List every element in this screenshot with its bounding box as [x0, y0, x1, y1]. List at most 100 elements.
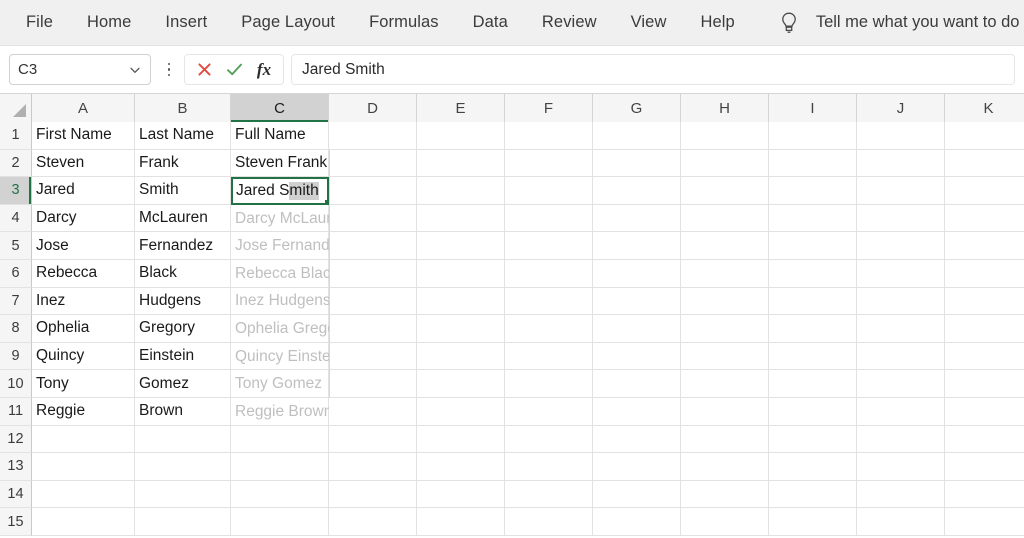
cell-H7[interactable] [681, 287, 769, 316]
column-header-E[interactable]: E [417, 94, 505, 122]
cell-F12[interactable] [505, 425, 593, 454]
cell-A9[interactable]: Quincy [32, 342, 135, 371]
cell-D9[interactable] [329, 342, 417, 371]
column-header-J[interactable]: J [857, 94, 945, 122]
row-header-13[interactable]: 13 [0, 453, 32, 481]
cell-A7[interactable]: Inez [32, 287, 135, 316]
row-header-4[interactable]: 4 [0, 204, 32, 233]
cell-G4[interactable] [593, 204, 681, 233]
cell-A12[interactable] [32, 425, 135, 454]
cell-I11[interactable] [769, 397, 857, 426]
cell-B5[interactable]: Fernandez [135, 232, 231, 260]
cell-H15[interactable] [681, 508, 769, 536]
cell-K12[interactable] [945, 425, 1024, 454]
cell-B11[interactable]: Brown [135, 397, 231, 426]
cell-H10[interactable] [681, 370, 769, 398]
cell-G6[interactable] [593, 259, 681, 288]
row-header-8[interactable]: 8 [0, 315, 32, 343]
cell-D6[interactable] [329, 259, 417, 288]
cell-B10[interactable]: Gomez [135, 370, 231, 398]
cell-A4[interactable]: Darcy [32, 204, 135, 233]
cell-D4[interactable] [329, 204, 417, 233]
cell-D10[interactable] [329, 370, 417, 398]
ribbon-tab-page-layout[interactable]: Page Layout [241, 13, 335, 32]
cell-H13[interactable] [681, 453, 769, 481]
row-header-3[interactable]: 3 [0, 177, 32, 205]
cell-K5[interactable] [945, 232, 1024, 260]
cell-E6[interactable] [417, 259, 505, 288]
cell-H1[interactable] [681, 122, 769, 150]
row-header-10[interactable]: 10 [0, 370, 32, 398]
cell-C7[interactable]: Inez Hudgens [231, 287, 329, 316]
cell-J10[interactable] [857, 370, 945, 398]
cell-K1[interactable] [945, 122, 1024, 150]
cell-J7[interactable] [857, 287, 945, 316]
cell-K11[interactable] [945, 397, 1024, 426]
cell-H2[interactable] [681, 149, 769, 178]
cell-K7[interactable] [945, 287, 1024, 316]
ribbon-tab-file[interactable]: File [26, 13, 53, 32]
cell-F11[interactable] [505, 397, 593, 426]
cell-I13[interactable] [769, 453, 857, 481]
chevron-down-icon[interactable] [128, 63, 142, 77]
cell-B9[interactable]: Einstein [135, 342, 231, 371]
column-header-B[interactable]: B [135, 94, 231, 122]
ribbon-tab-review[interactable]: Review [542, 13, 597, 32]
cell-C14[interactable] [231, 480, 329, 509]
cell-B6[interactable]: Black [135, 259, 231, 288]
cell-H8[interactable] [681, 315, 769, 343]
cell-J13[interactable] [857, 453, 945, 481]
cell-I6[interactable] [769, 259, 857, 288]
cell-C11[interactable]: Reggie Brown [231, 397, 329, 426]
cell-G10[interactable] [593, 370, 681, 398]
row-header-15[interactable]: 15 [0, 508, 32, 536]
cell-D7[interactable] [329, 287, 417, 316]
cell-G5[interactable] [593, 232, 681, 260]
cell-A8[interactable]: Ophelia [32, 315, 135, 343]
cell-H6[interactable] [681, 259, 769, 288]
cell-J9[interactable] [857, 342, 945, 371]
cell-I10[interactable] [769, 370, 857, 398]
ribbon-tab-home[interactable]: Home [87, 13, 131, 32]
vertical-ellipsis-icon[interactable] [160, 55, 178, 85]
cell-C2[interactable]: Steven Frank [231, 149, 329, 178]
cell-E11[interactable] [417, 397, 505, 426]
cell-B15[interactable] [135, 508, 231, 536]
cell-E10[interactable] [417, 370, 505, 398]
cell-A13[interactable] [32, 453, 135, 481]
cell-K2[interactable] [945, 149, 1024, 178]
cell-C4[interactable]: Darcy McLauren [231, 204, 329, 233]
row-header-2[interactable]: 2 [0, 149, 32, 178]
cell-J3[interactable] [857, 177, 945, 205]
cell-E1[interactable] [417, 122, 505, 150]
cell-J5[interactable] [857, 232, 945, 260]
cell-K9[interactable] [945, 342, 1024, 371]
cell-F10[interactable] [505, 370, 593, 398]
cell-B4[interactable]: McLauren [135, 204, 231, 233]
cell-H14[interactable] [681, 480, 769, 509]
cell-F6[interactable] [505, 259, 593, 288]
cell-J8[interactable] [857, 315, 945, 343]
cell-F3[interactable] [505, 177, 593, 205]
cell-C1[interactable]: Full Name [231, 122, 329, 150]
cell-I14[interactable] [769, 480, 857, 509]
cell-F5[interactable] [505, 232, 593, 260]
cell-B13[interactable] [135, 453, 231, 481]
cell-H5[interactable] [681, 232, 769, 260]
cell-E2[interactable] [417, 149, 505, 178]
cell-F15[interactable] [505, 508, 593, 536]
cell-I1[interactable] [769, 122, 857, 150]
cell-D12[interactable] [329, 425, 417, 454]
cell-I4[interactable] [769, 204, 857, 233]
column-header-A[interactable]: A [32, 94, 135, 122]
cell-D14[interactable] [329, 480, 417, 509]
cell-E15[interactable] [417, 508, 505, 536]
cell-E3[interactable] [417, 177, 505, 205]
cell-F14[interactable] [505, 480, 593, 509]
cell-K6[interactable] [945, 259, 1024, 288]
cell-D5[interactable] [329, 232, 417, 260]
cell-I9[interactable] [769, 342, 857, 371]
cell-F1[interactable] [505, 122, 593, 150]
fill-handle[interactable] [323, 199, 327, 203]
column-header-D[interactable]: D [329, 94, 417, 122]
